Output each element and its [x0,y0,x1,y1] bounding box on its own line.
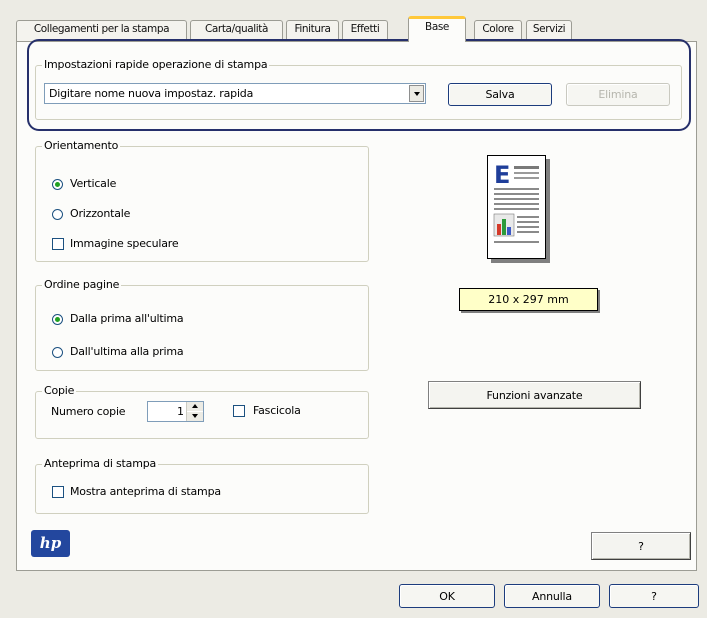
tab-basics[interactable]: Base [408,16,466,42]
dialog-help-button[interactable]: ? [609,584,699,608]
quick-sets-select-value: Digitare nome nuova impostaz. rapida [49,87,254,100]
page-order-legend: Ordine pagine [42,278,122,291]
page-order-group: Ordine pagine [35,278,369,371]
chevron-down-icon[interactable] [409,85,424,102]
copies-count-value: 1 [177,405,184,418]
collate-checkbox[interactable] [233,405,245,417]
first-to-last-label: Dalla prima all'ultima [70,312,184,325]
show-print-preview-checkbox[interactable] [52,486,64,498]
cancel-button[interactable]: Annulla [504,584,600,608]
last-to-first-label: Dall'ultima alla prima [70,345,184,358]
landscape-label: Orizzontale [70,207,131,220]
stepper-buttons [186,402,203,421]
paper-size-label: 210 x 297 mm [459,288,598,311]
quick-sets-legend: Impostazioni rapide operazione di stampa [42,58,270,71]
tab-paper-quality[interactable]: Carta/qualità [190,20,283,41]
copies-legend: Copie [42,384,77,397]
stepper-down-icon[interactable] [187,412,203,421]
tab-print-shortcuts[interactable]: Collegamenti per la stampa [16,20,187,41]
ok-button[interactable]: OK [399,584,495,608]
mirror-image-checkbox[interactable] [52,238,64,250]
landscape-radio[interactable] [52,209,63,220]
orientation-legend: Orientamento [42,139,121,152]
tab-finishing[interactable]: Finitura [286,20,339,41]
copies-stepper[interactable]: 1 [147,401,204,422]
advanced-features-button[interactable]: Funzioni avanzate [428,381,641,409]
tab-services[interactable]: Servizi [526,20,572,41]
portrait-label: Verticale [70,177,117,190]
svg-text:E: E [494,161,510,189]
portrait-radio[interactable] [52,179,63,190]
quick-sets-select[interactable]: Digitare nome nuova impostaz. rapida [44,83,426,104]
hp-logo: hp [31,530,70,557]
show-print-preview-label: Mostra anteprima di stampa [70,485,221,498]
document-preview-icon: E [493,161,539,243]
tab-color[interactable]: Colore [474,20,522,41]
save-button[interactable]: Salva [448,83,552,106]
collate-label: Fascicola [253,404,301,417]
last-to-first-radio[interactable] [52,347,63,358]
mirror-image-label: Immagine speculare [70,237,179,250]
delete-button[interactable]: Elimina [566,83,670,106]
stepper-up-icon[interactable] [187,402,203,411]
copies-count-label: Numero copie [51,405,126,418]
print-preview-legend: Anteprima di stampa [42,457,159,470]
first-to-last-radio[interactable] [52,314,63,325]
help-button[interactable]: ? [591,532,691,560]
tab-effects[interactable]: Effetti [342,20,388,41]
page-preview-image: E [487,155,546,259]
